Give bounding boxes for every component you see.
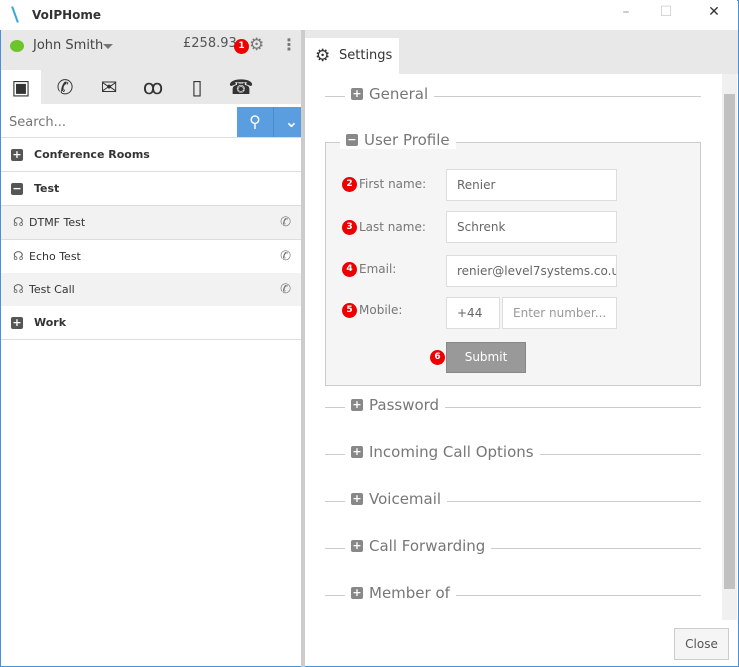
list-group-test[interactable]: − Test — [1, 172, 301, 206]
expand-icon[interactable]: + — [11, 149, 23, 161]
phone-icon[interactable]: ✆ — [45, 70, 85, 104]
section-user-profile: − User Profile 2 First name: Renier 3 Last … — [325, 131, 701, 386]
tab-strip: ⚙ Settings — [305, 30, 738, 74]
item-label: Test Call — [29, 283, 75, 296]
section-call-forwarding[interactable]: + Call Forwarding — [325, 537, 701, 555]
app-logo-icon — [11, 6, 19, 23]
mobile-icon[interactable]: ▯ — [177, 70, 217, 104]
collapse-icon[interactable]: − — [11, 183, 23, 195]
list-item[interactable]: ☊ Echo Test ✆ — [1, 240, 301, 274]
expand-icon[interactable]: + — [351, 446, 363, 458]
group-label: Work — [34, 316, 67, 329]
maximize-button[interactable]: ☐ — [652, 4, 680, 26]
group-label: Conference Rooms — [34, 148, 150, 161]
voicemail-icon[interactable]: ꝏ — [133, 70, 173, 104]
balance: £258.93 — [183, 36, 237, 51]
list-group-conference-rooms[interactable]: + Conference Rooms — [1, 138, 301, 172]
more-menu-icon[interactable]: ⋮ — [281, 35, 297, 54]
email-field[interactable]: renier@level7systems.co.uk — [446, 255, 617, 287]
left-panel: John Smith £258.93 1 ⚙ ⋮ ▣ ✆ ✉ ꝏ ▯ ☎ ⚲ ⌄… — [1, 30, 309, 666]
section-member-of[interactable]: + Member of — [325, 584, 701, 602]
tab-settings[interactable]: ⚙ Settings — [305, 38, 399, 74]
email-label: Email: — [359, 262, 397, 276]
annotation-badge: 5 — [342, 303, 357, 318]
mail-icon[interactable]: ✉ — [89, 70, 129, 104]
section-title: Password — [369, 396, 440, 414]
expand-icon[interactable]: + — [351, 88, 363, 100]
title-bar: VoIPHome – ☐ ✕ — [0, 0, 737, 30]
last-name-label: Last name: — [359, 220, 426, 234]
section-title: Member of — [369, 584, 450, 602]
expand-icon[interactable]: + — [11, 317, 23, 329]
submit-button[interactable]: Submit — [446, 342, 526, 373]
scrollbar[interactable] — [722, 74, 737, 620]
headset-icon: ☊ — [13, 215, 24, 229]
section-title: General — [369, 85, 429, 103]
item-label: DTMF Test — [29, 216, 86, 229]
expand-icon[interactable]: + — [351, 399, 363, 411]
headset-icon: ☊ — [13, 249, 24, 263]
expand-icon[interactable]: + — [351, 540, 363, 552]
annotation-badge: 1 — [234, 39, 249, 54]
search-icon[interactable]: ⚲ — [237, 107, 273, 137]
last-name-field[interactable]: Schrenk — [446, 211, 617, 243]
app-title: VoIPHome — [32, 8, 102, 22]
scrollbar-thumb[interactable] — [724, 94, 735, 589]
section-title: Incoming Call Options — [369, 443, 534, 461]
tab-label: Settings — [339, 48, 393, 63]
close-button[interactable]: Close — [674, 628, 729, 660]
list-item[interactable]: ☊ Test Call ✆ — [1, 273, 301, 307]
first-name-field[interactable]: Renier — [446, 169, 617, 201]
user-header: John Smith £258.93 1 ⚙ ⋮ ▣ ✆ ✉ ꝏ ▯ ☎ — [1, 30, 301, 104]
annotation-badge: 3 — [342, 220, 357, 235]
item-label: Echo Test — [29, 250, 81, 263]
headset-icon: ☊ — [13, 282, 24, 296]
fax-icon[interactable]: ☎ — [221, 70, 261, 104]
annotation-badge: 4 — [342, 262, 357, 277]
settings-panel: ⚙ Settings + General − User Profile 2 First … — [305, 30, 738, 666]
mobile-number-field[interactable]: Enter number... — [502, 297, 617, 329]
section-voicemail[interactable]: + Voicemail — [325, 490, 701, 508]
section-title: Call Forwarding — [369, 537, 486, 555]
gear-icon[interactable]: ⚙ — [249, 35, 264, 55]
expand-icon[interactable]: + — [351, 493, 363, 505]
minimize-button[interactable]: – — [612, 4, 640, 26]
search-input[interactable] — [1, 107, 237, 137]
section-title: Voicemail — [369, 490, 442, 508]
first-name-label: First name: — [359, 177, 427, 191]
list-item[interactable]: ☊ DTMF Test ✆ — [1, 206, 301, 240]
collapse-icon[interactable]: − — [346, 134, 358, 146]
section-password[interactable]: + Password — [325, 396, 701, 414]
group-label: Test — [34, 182, 60, 195]
country-code-field[interactable]: +44 — [446, 297, 500, 329]
phone-icon[interactable]: ✆ — [280, 240, 291, 273]
annotation-badge: 2 — [342, 177, 357, 192]
list-group-work[interactable]: + Work — [1, 306, 301, 340]
phone-icon[interactable]: ✆ — [280, 206, 291, 239]
annotation-badge: 6 — [430, 350, 445, 365]
contacts-icon[interactable]: ▣ — [1, 70, 41, 104]
phone-icon[interactable]: ✆ — [280, 273, 291, 306]
close-window-button[interactable]: ✕ — [700, 4, 728, 26]
section-incoming-call-options[interactable]: + Incoming Call Options — [325, 443, 701, 461]
chevron-down-icon[interactable] — [103, 44, 113, 49]
section-title: User Profile — [364, 131, 450, 149]
mobile-label: Mobile: — [359, 303, 403, 317]
gear-icon: ⚙ — [315, 46, 331, 66]
presence-icon[interactable] — [10, 40, 24, 52]
section-general[interactable]: + General — [325, 85, 701, 103]
settings-content: + General − User Profile 2 First name: Reni… — [305, 74, 722, 620]
user-name[interactable]: John Smith — [33, 38, 103, 53]
expand-icon[interactable]: + — [351, 587, 363, 599]
